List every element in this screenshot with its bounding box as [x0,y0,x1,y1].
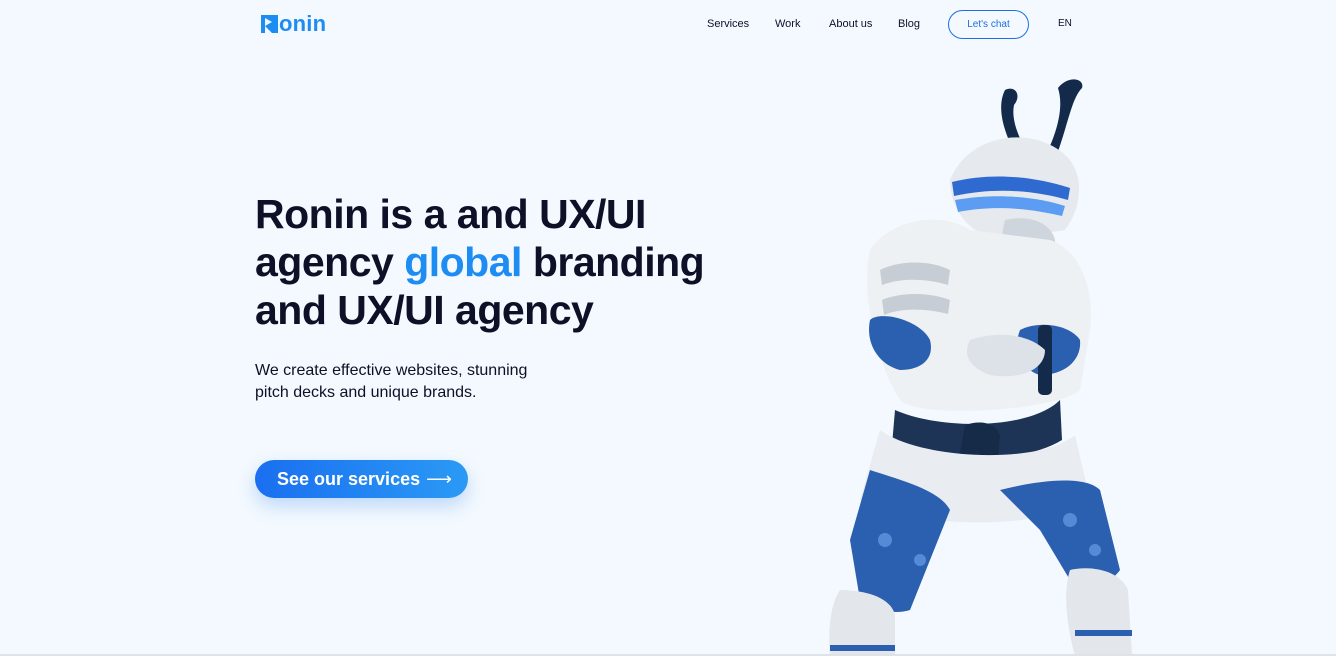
hero-subtitle: We create effective websites, stunning p… [255,360,555,404]
cta-label: See our services [277,468,421,489]
hero-title: Ronin is a and UX/UI agency global brand… [255,190,775,334]
hero-title-line2-post: branding [521,239,705,285]
nav-about[interactable]: About us [829,18,872,30]
samurai-illustration [829,79,1132,656]
nav-work[interactable]: Work [775,18,800,30]
hero-subtitle-line2: pitch decks and unique brands. [255,384,477,401]
lets-chat-button[interactable]: Let's chat [948,10,1029,39]
language-switch[interactable]: EN [1058,18,1072,29]
hero-title-line3: and UX/UI agency [255,287,594,333]
hero-title-line1: Ronin is a and UX/UI [255,191,646,237]
nav-services[interactable]: Services [707,18,749,30]
hero-title-accent: global [404,239,522,285]
see-services-button[interactable]: See our services ⟶ [255,460,468,498]
hero-subtitle-line1: We create effective websites, stunning [255,362,528,379]
page: onin Services Work About us Blog Let's c… [0,0,1336,656]
arrow-right-icon: ⟶ [426,468,452,489]
hero-title-line2-pre: agency [255,239,405,285]
main-nav: Services Work About us Blog Let's chat E… [0,10,1336,40]
nav-blog[interactable]: Blog [898,18,920,30]
